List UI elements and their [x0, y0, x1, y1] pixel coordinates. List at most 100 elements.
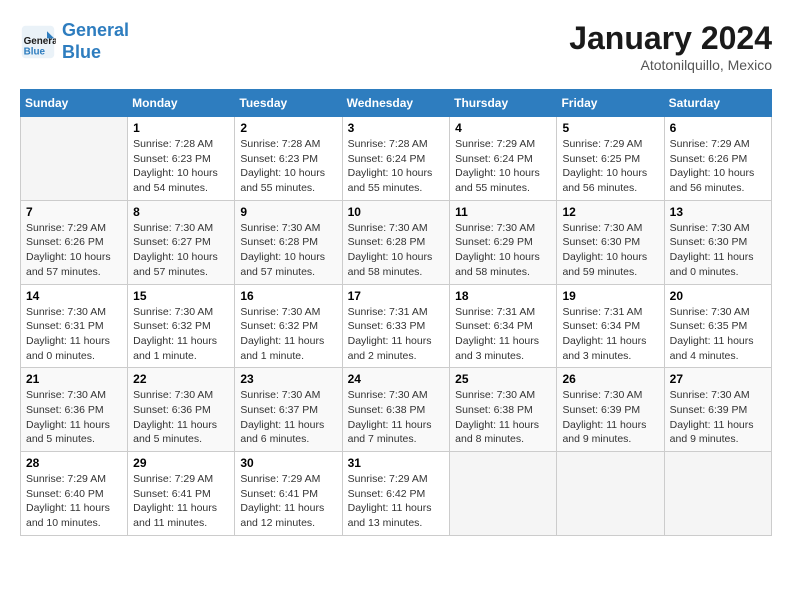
calendar-cell: 1Sunrise: 7:28 AMSunset: 6:23 PMDaylight…	[128, 117, 235, 201]
weekday-header-saturday: Saturday	[664, 90, 771, 117]
day-number: 19	[562, 289, 658, 303]
day-info: Sunrise: 7:30 AMSunset: 6:36 PMDaylight:…	[26, 388, 122, 447]
day-info: Sunrise: 7:29 AMSunset: 6:40 PMDaylight:…	[26, 472, 122, 531]
calendar-cell: 31 Sunrise: 7:29 AMSunset: 6:42 PMDayligh…	[342, 452, 450, 536]
day-info: Sunrise: 7:30 AMSunset: 6:30 PMDaylight:…	[562, 221, 658, 280]
day-info: Sunrise: 7:28 AMSunset: 6:24 PMDaylight:…	[348, 137, 445, 196]
day-info: Sunrise: 7:29 AMSunset: 6:41 PMDaylight:…	[240, 472, 336, 531]
day-number: 20	[670, 289, 766, 303]
day-info: Sunrise: 7:30 AMSunset: 6:36 PMDaylight:…	[133, 388, 229, 447]
calendar-cell: 6 Sunrise: 7:29 AMSunset: 6:26 PMDaylight…	[664, 117, 771, 201]
calendar-body: 1Sunrise: 7:28 AMSunset: 6:23 PMDaylight…	[21, 117, 772, 536]
title-block: January 2024 Atotonilquillo, Mexico	[569, 20, 772, 73]
day-number: 6	[670, 121, 766, 135]
day-number: 21	[26, 372, 122, 386]
calendar-cell: 3 Sunrise: 7:28 AMSunset: 6:24 PMDaylight…	[342, 117, 450, 201]
day-info: Sunrise: 7:29 AMSunset: 6:26 PMDaylight:…	[670, 137, 766, 196]
day-number: 27	[670, 372, 766, 386]
calendar-header: SundayMondayTuesdayWednesdayThursdayFrid…	[21, 90, 772, 117]
calendar-cell: 15 Sunrise: 7:30 AMSunset: 6:32 PMDayligh…	[128, 284, 235, 368]
day-number: 31	[348, 456, 445, 470]
calendar-cell: 22Sunrise: 7:30 AMSunset: 6:36 PMDayligh…	[128, 368, 235, 452]
day-number: 15	[133, 289, 229, 303]
calendar-cell: 24 Sunrise: 7:30 AMSunset: 6:38 PMDayligh…	[342, 368, 450, 452]
day-info: Sunrise: 7:30 AMSunset: 6:31 PMDaylight:…	[26, 305, 122, 364]
weekday-header-wednesday: Wednesday	[342, 90, 450, 117]
day-number: 7	[26, 205, 122, 219]
calendar-cell: 17 Sunrise: 7:31 AMSunset: 6:33 PMDayligh…	[342, 284, 450, 368]
day-info: Sunrise: 7:30 AMSunset: 6:35 PMDaylight:…	[670, 305, 766, 364]
logo-blue: Blue	[62, 42, 101, 62]
calendar-cell: 20 Sunrise: 7:30 AMSunset: 6:35 PMDayligh…	[664, 284, 771, 368]
day-number: 18	[455, 289, 551, 303]
day-info: Sunrise: 7:30 AMSunset: 6:37 PMDaylight:…	[240, 388, 336, 447]
day-info: Sunrise: 7:30 AMSunset: 6:27 PMDaylight:…	[133, 221, 229, 280]
calendar-cell: 27 Sunrise: 7:30 AMSunset: 6:39 PMDayligh…	[664, 368, 771, 452]
day-number: 12	[562, 205, 658, 219]
day-number: 3	[348, 121, 445, 135]
weekday-header-thursday: Thursday	[450, 90, 557, 117]
day-info: Sunrise: 7:30 AMSunset: 6:30 PMDaylight:…	[670, 221, 766, 280]
calendar-cell: 19 Sunrise: 7:31 AMSunset: 6:34 PMDayligh…	[557, 284, 664, 368]
day-number: 23	[240, 372, 336, 386]
day-info: Sunrise: 7:29 AMSunset: 6:24 PMDaylight:…	[455, 137, 551, 196]
day-number: 26	[562, 372, 658, 386]
calendar-cell: 23 Sunrise: 7:30 AMSunset: 6:37 PMDayligh…	[235, 368, 342, 452]
day-info: Sunrise: 7:30 AMSunset: 6:38 PMDaylight:…	[348, 388, 445, 447]
location: Atotonilquillo, Mexico	[569, 57, 772, 73]
day-info: Sunrise: 7:31 AMSunset: 6:34 PMDaylight:…	[562, 305, 658, 364]
day-number: 5	[562, 121, 658, 135]
calendar-cell: 10 Sunrise: 7:30 AMSunset: 6:28 PMDayligh…	[342, 200, 450, 284]
day-info: Sunrise: 7:30 AMSunset: 6:38 PMDaylight:…	[455, 388, 551, 447]
day-info: Sunrise: 7:30 AMSunset: 6:28 PMDaylight:…	[348, 221, 445, 280]
day-info: Sunrise: 7:30 AMSunset: 6:32 PMDaylight:…	[133, 305, 229, 364]
day-number: 17	[348, 289, 445, 303]
calendar-cell: 4 Sunrise: 7:29 AMSunset: 6:24 PMDaylight…	[450, 117, 557, 201]
day-info: Sunrise: 7:30 AMSunset: 6:39 PMDaylight:…	[562, 388, 658, 447]
day-number: 8	[133, 205, 229, 219]
day-info: Sunrise: 7:29 AMSunset: 6:42 PMDaylight:…	[348, 472, 445, 531]
day-info: Sunrise: 7:31 AMSunset: 6:34 PMDaylight:…	[455, 305, 551, 364]
day-number: 25	[455, 372, 551, 386]
calendar-cell	[450, 452, 557, 536]
weekday-header-sunday: Sunday	[21, 90, 128, 117]
calendar-cell: 28Sunrise: 7:29 AMSunset: 6:40 PMDayligh…	[21, 452, 128, 536]
day-info: Sunrise: 7:30 AMSunset: 6:32 PMDaylight:…	[240, 305, 336, 364]
calendar-cell: 21 Sunrise: 7:30 AMSunset: 6:36 PMDayligh…	[21, 368, 128, 452]
calendar-cell: 25 Sunrise: 7:30 AMSunset: 6:38 PMDayligh…	[450, 368, 557, 452]
calendar-cell: 26 Sunrise: 7:30 AMSunset: 6:39 PMDayligh…	[557, 368, 664, 452]
week-row-2: 7 Sunrise: 7:29 AMSunset: 6:26 PMDaylight…	[21, 200, 772, 284]
day-info: Sunrise: 7:30 AMSunset: 6:29 PMDaylight:…	[455, 221, 551, 280]
day-info: Sunrise: 7:28 AMSunset: 6:23 PMDaylight:…	[133, 137, 229, 196]
calendar-cell	[21, 117, 128, 201]
calendar-cell: 11Sunrise: 7:30 AMSunset: 6:29 PMDayligh…	[450, 200, 557, 284]
weekday-header-friday: Friday	[557, 90, 664, 117]
weekday-header-tuesday: Tuesday	[235, 90, 342, 117]
day-info: Sunrise: 7:30 AMSunset: 6:39 PMDaylight:…	[670, 388, 766, 447]
day-info: Sunrise: 7:31 AMSunset: 6:33 PMDaylight:…	[348, 305, 445, 364]
month-title: January 2024	[569, 20, 772, 57]
day-info: Sunrise: 7:30 AMSunset: 6:28 PMDaylight:…	[240, 221, 336, 280]
calendar-cell: 12 Sunrise: 7:30 AMSunset: 6:30 PMDayligh…	[557, 200, 664, 284]
calendar-cell: 29 Sunrise: 7:29 AMSunset: 6:41 PMDayligh…	[128, 452, 235, 536]
weekday-header-monday: Monday	[128, 90, 235, 117]
day-number: 10	[348, 205, 445, 219]
week-row-4: 21 Sunrise: 7:30 AMSunset: 6:36 PMDayligh…	[21, 368, 772, 452]
calendar-cell: 14 Sunrise: 7:30 AMSunset: 6:31 PMDayligh…	[21, 284, 128, 368]
calendar-cell: 13 Sunrise: 7:30 AMSunset: 6:30 PMDayligh…	[664, 200, 771, 284]
calendar: SundayMondayTuesdayWednesdayThursdayFrid…	[20, 89, 772, 536]
day-number: 29	[133, 456, 229, 470]
day-number: 24	[348, 372, 445, 386]
day-info: Sunrise: 7:29 AMSunset: 6:26 PMDaylight:…	[26, 221, 122, 280]
day-info: Sunrise: 7:28 AMSunset: 6:23 PMDaylight:…	[240, 137, 336, 196]
logo-icon: General Blue	[20, 24, 56, 60]
weekday-row: SundayMondayTuesdayWednesdayThursdayFrid…	[21, 90, 772, 117]
day-info: Sunrise: 7:29 AMSunset: 6:41 PMDaylight:…	[133, 472, 229, 531]
day-number: 13	[670, 205, 766, 219]
calendar-cell: 18 Sunrise: 7:31 AMSunset: 6:34 PMDayligh…	[450, 284, 557, 368]
day-info: Sunrise: 7:29 AMSunset: 6:25 PMDaylight:…	[562, 137, 658, 196]
day-number: 14	[26, 289, 122, 303]
day-number: 4	[455, 121, 551, 135]
calendar-cell: 2Sunrise: 7:28 AMSunset: 6:23 PMDaylight…	[235, 117, 342, 201]
calendar-cell	[664, 452, 771, 536]
